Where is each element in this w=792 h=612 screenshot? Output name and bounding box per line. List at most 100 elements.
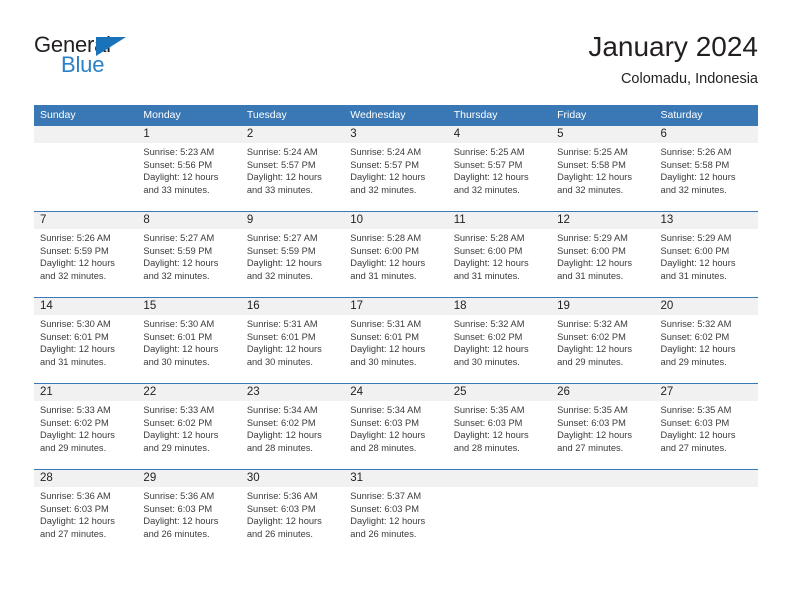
calendar-day-cell[interactable]: 8 Sunrise: 5:27 AM Sunset: 5:59 PM Daylight… xyxy=(137,211,241,298)
day-details xyxy=(34,143,137,211)
calendar-day-cell[interactable]: 13 Sunrise: 5:29 AM Sunset: 6:00 PM Dayligh… xyxy=(654,211,758,298)
calendar-day-cell[interactable]: 28 Sunrise: 5:36 AM Sunset: 6:03 PM Dayligh… xyxy=(34,469,138,555)
column-header-saturday: Saturday xyxy=(654,105,758,126)
day-number: 23 xyxy=(240,384,345,401)
daylight-text: Daylight: 12 hours and 31 minutes. xyxy=(660,258,736,281)
sunset-text: Sunset: 5:59 PM xyxy=(40,245,109,256)
sunset-text: Sunset: 5:56 PM xyxy=(143,159,213,170)
calendar-day-cell[interactable]: 2 Sunrise: 5:24 AM Sunset: 5:57 PM Daylight… xyxy=(240,126,345,212)
calendar-day-cell[interactable]: 23 Sunrise: 5:34 AM Sunset: 6:02 PM Dayligh… xyxy=(240,383,345,470)
calendar-day-cell[interactable]: 9 Sunrise: 5:27 AM Sunset: 5:59 PM Daylight… xyxy=(240,211,345,298)
calendar-day-cell[interactable]: 5 Sunrise: 5:25 AM Sunset: 5:58 PM Daylight… xyxy=(551,126,655,212)
sunrise-text: Sunrise: 5:35 AM xyxy=(557,405,628,415)
day-number: 29 xyxy=(137,470,241,487)
calendar-day-cell[interactable]: 7 Sunrise: 5:26 AM Sunset: 5:59 PM Daylight… xyxy=(34,211,138,298)
day-number: 27 xyxy=(654,384,758,401)
calendar-day-cell[interactable]: 24 Sunrise: 5:34 AM Sunset: 6:03 PM Dayligh… xyxy=(344,383,448,470)
sunset-text: Sunset: 6:00 PM xyxy=(660,245,730,256)
daylight-text: Daylight: 12 hours and 28 minutes. xyxy=(453,430,529,453)
calendar-week-row: 1 Sunrise: 5:23 AM Sunset: 5:56 PM Daylight… xyxy=(34,126,758,212)
sunset-text: Sunset: 6:01 PM xyxy=(143,331,213,342)
sunrise-text: Sunrise: 5:30 AM xyxy=(40,319,111,329)
calendar-day-cell[interactable]: 17 Sunrise: 5:31 AM Sunset: 6:01 PM Dayligh… xyxy=(344,297,448,384)
calendar-day-cell[interactable]: 3 Sunrise: 5:24 AM Sunset: 5:57 PM Daylight… xyxy=(344,126,448,212)
day-details: Sunrise: 5:33 AM Sunset: 6:02 PM Daylight:… xyxy=(34,401,137,469)
day-details: Sunrise: 5:23 AM Sunset: 5:56 PM Daylight:… xyxy=(137,143,240,211)
sunrise-text: Sunrise: 5:31 AM xyxy=(246,319,318,329)
day-details: Sunrise: 5:34 AM Sunset: 6:02 PM Daylight:… xyxy=(241,401,344,469)
calendar-day-cell[interactable]: 25 Sunrise: 5:35 AM Sunset: 6:03 PM Dayligh… xyxy=(447,383,552,470)
calendar-week-row: 28 Sunrise: 5:36 AM Sunset: 6:03 PM Dayligh… xyxy=(34,469,758,555)
calendar-day-cell[interactable]: 22 Sunrise: 5:33 AM Sunset: 6:02 PM Dayligh… xyxy=(137,383,241,470)
logo-text-blue: Blue xyxy=(61,52,105,77)
column-header-monday: Monday xyxy=(137,105,241,126)
sunrise-text: Sunrise: 5:27 AM xyxy=(246,233,318,243)
sunrise-text: Sunrise: 5:33 AM xyxy=(40,405,111,415)
sunset-text: Sunset: 6:03 PM xyxy=(246,503,316,514)
day-number: 28 xyxy=(34,470,138,487)
sunrise-text: Sunrise: 5:28 AM xyxy=(453,233,525,243)
calendar-day-cell[interactable]: 15 Sunrise: 5:30 AM Sunset: 6:01 PM Dayligh… xyxy=(137,297,241,384)
calendar-day-cell[interactable]: 18 Sunrise: 5:32 AM Sunset: 6:02 PM Dayligh… xyxy=(447,297,552,384)
sunset-text: Sunset: 6:02 PM xyxy=(246,417,316,428)
sunset-text: Sunset: 5:57 PM xyxy=(246,159,316,170)
day-details: Sunrise: 5:29 AM Sunset: 6:00 PM Daylight:… xyxy=(655,229,758,297)
day-number: 31 xyxy=(344,470,448,487)
daylight-text: Daylight: 12 hours and 32 minutes. xyxy=(350,172,426,195)
sunrise-text: Sunrise: 5:34 AM xyxy=(246,405,318,415)
sunrise-text: Sunrise: 5:25 AM xyxy=(453,147,525,157)
calendar-day-cell[interactable]: 21 Sunrise: 5:33 AM Sunset: 6:02 PM Dayligh… xyxy=(34,383,138,470)
calendar-day-cell[interactable]: 11 Sunrise: 5:28 AM Sunset: 6:00 PM Dayligh… xyxy=(447,211,552,298)
day-number: 2 xyxy=(240,126,345,143)
day-number: 17 xyxy=(344,298,448,315)
calendar-day-cell[interactable]: 1 Sunrise: 5:23 AM Sunset: 5:56 PM Daylight… xyxy=(137,126,241,212)
day-details: Sunrise: 5:26 AM Sunset: 5:59 PM Daylight:… xyxy=(34,229,137,297)
column-header-thursday: Thursday xyxy=(447,105,552,126)
calendar-cell-empty xyxy=(34,126,138,212)
calendar-day-cell[interactable]: 19 Sunrise: 5:32 AM Sunset: 6:02 PM Dayligh… xyxy=(551,297,655,384)
calendar-day-cell[interactable]: 12 Sunrise: 5:29 AM Sunset: 6:00 PM Dayligh… xyxy=(551,211,655,298)
calendar-day-cell[interactable]: 16 Sunrise: 5:31 AM Sunset: 6:01 PM Dayligh… xyxy=(240,297,345,384)
day-details: Sunrise: 5:28 AM Sunset: 6:00 PM Daylight:… xyxy=(448,229,551,297)
sunrise-text: Sunrise: 5:25 AM xyxy=(557,147,628,157)
calendar-day-cell[interactable]: 27 Sunrise: 5:35 AM Sunset: 6:03 PM Dayligh… xyxy=(654,383,758,470)
day-number xyxy=(34,126,138,143)
calendar-week-row: 21 Sunrise: 5:33 AM Sunset: 6:02 PM Dayligh… xyxy=(34,383,758,470)
sunrise-text: Sunrise: 5:33 AM xyxy=(143,405,215,415)
calendar-day-cell[interactable]: 30 Sunrise: 5:36 AM Sunset: 6:03 PM Dayligh… xyxy=(240,469,345,555)
sunrise-text: Sunrise: 5:32 AM xyxy=(660,319,732,329)
daylight-text: Daylight: 12 hours and 32 minutes. xyxy=(40,258,115,281)
day-details: Sunrise: 5:36 AM Sunset: 6:03 PM Daylight:… xyxy=(34,487,137,555)
day-number: 21 xyxy=(34,384,138,401)
calendar-cell-empty xyxy=(654,469,758,555)
calendar-day-cell[interactable]: 20 Sunrise: 5:32 AM Sunset: 6:02 PM Dayligh… xyxy=(654,297,758,384)
daylight-text: Daylight: 12 hours and 31 minutes. xyxy=(557,258,633,281)
day-number: 5 xyxy=(551,126,655,143)
sunset-text: Sunset: 5:57 PM xyxy=(453,159,523,170)
day-details xyxy=(655,487,758,555)
sunrise-text: Sunrise: 5:24 AM xyxy=(350,147,422,157)
daylight-text: Daylight: 12 hours and 29 minutes. xyxy=(557,344,633,367)
day-number: 26 xyxy=(551,384,655,401)
day-details: Sunrise: 5:25 AM Sunset: 5:57 PM Daylight:… xyxy=(448,143,551,211)
daylight-text: Daylight: 12 hours and 31 minutes. xyxy=(350,258,426,281)
sunset-text: Sunset: 6:02 PM xyxy=(453,331,523,342)
calendar-day-cell[interactable]: 10 Sunrise: 5:28 AM Sunset: 6:00 PM Dayligh… xyxy=(344,211,448,298)
calendar-day-cell[interactable]: 4 Sunrise: 5:25 AM Sunset: 5:57 PM Daylight… xyxy=(447,126,552,212)
general-blue-logo[interactable]: General Blue xyxy=(34,30,234,90)
day-details: Sunrise: 5:37 AM Sunset: 6:03 PM Daylight:… xyxy=(344,487,447,555)
calendar-day-cell[interactable]: 6 Sunrise: 5:26 AM Sunset: 5:58 PM Daylight… xyxy=(654,126,758,212)
calendar-day-cell[interactable]: 31 Sunrise: 5:37 AM Sunset: 6:03 PM Dayligh… xyxy=(344,469,448,555)
calendar-day-cell[interactable]: 26 Sunrise: 5:35 AM Sunset: 6:03 PM Dayligh… xyxy=(551,383,655,470)
calendar-day-cell[interactable]: 14 Sunrise: 5:30 AM Sunset: 6:01 PM Dayligh… xyxy=(34,297,138,384)
sunrise-text: Sunrise: 5:36 AM xyxy=(143,491,215,501)
sunrise-text: Sunrise: 5:35 AM xyxy=(453,405,525,415)
page-title: January 2024 xyxy=(588,31,758,62)
day-details: Sunrise: 5:32 AM Sunset: 6:02 PM Daylight:… xyxy=(448,315,551,383)
daylight-text: Daylight: 12 hours and 26 minutes. xyxy=(350,516,426,539)
day-details: Sunrise: 5:31 AM Sunset: 6:01 PM Daylight:… xyxy=(344,315,447,383)
day-number xyxy=(654,470,758,487)
sunrise-text: Sunrise: 5:35 AM xyxy=(660,405,732,415)
calendar-day-cell[interactable]: 29 Sunrise: 5:36 AM Sunset: 6:03 PM Dayligh… xyxy=(137,469,241,555)
sunset-text: Sunset: 6:02 PM xyxy=(557,331,626,342)
